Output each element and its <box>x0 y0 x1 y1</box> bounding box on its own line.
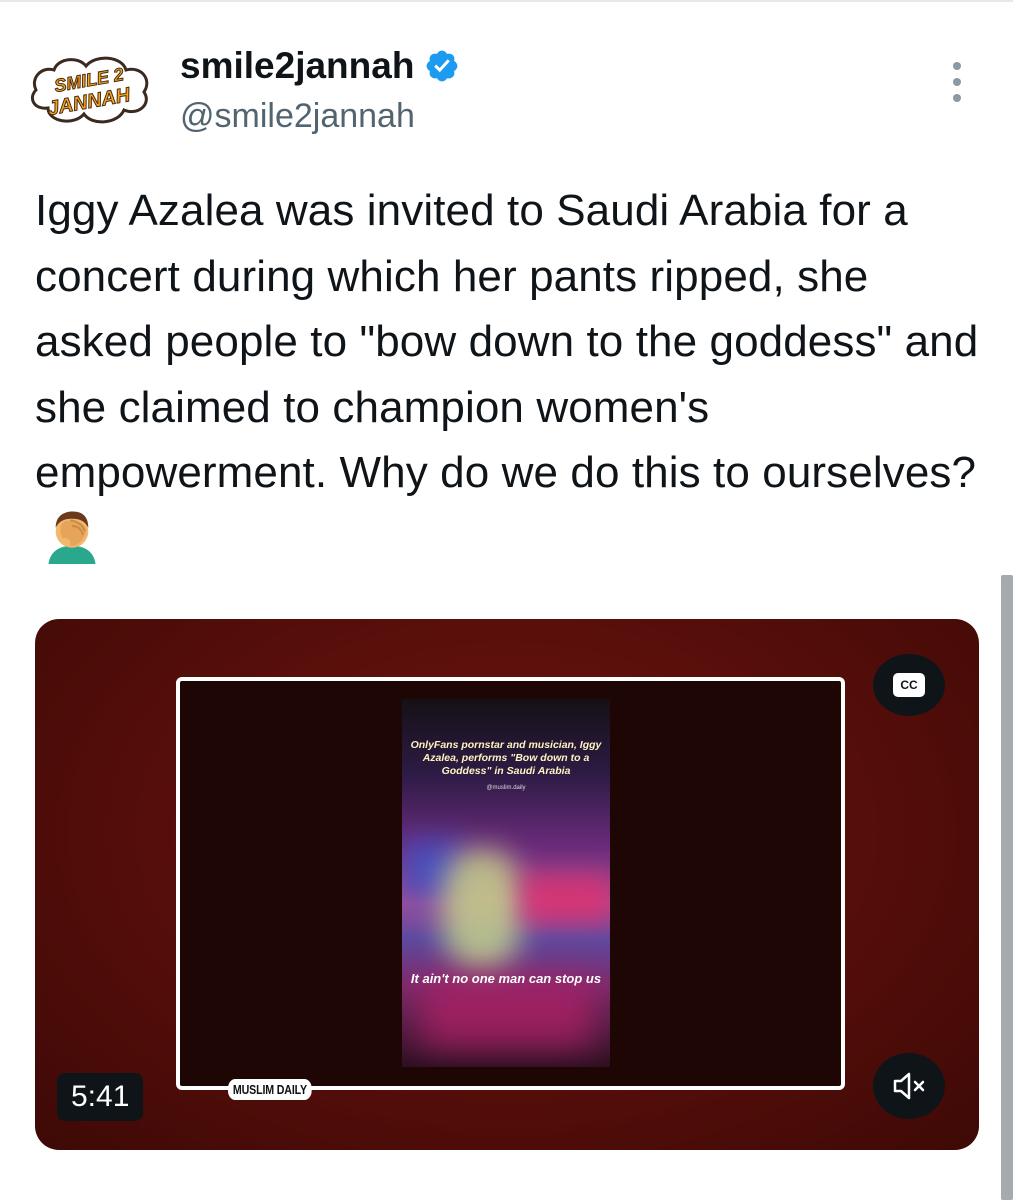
verified-badge-icon <box>427 50 458 82</box>
tweet-text: Iggy Azalea was invited to Saudi Arabia … <box>35 178 985 572</box>
clip-blur <box>522 874 610 924</box>
video-player[interactable]: OnlyFans pornstar and musician, Iggy Aza… <box>35 619 979 1150</box>
author-handle[interactable]: @smile2jannah <box>180 96 415 136</box>
closed-captions-button[interactable]: CC <box>873 654 945 716</box>
clip-blur <box>422 979 592 1049</box>
tweet-body: Iggy Azalea was invited to Saudi Arabia … <box>35 186 979 497</box>
more-dot <box>953 62 961 70</box>
brand-badge: MUSLIM DAILY <box>228 1079 312 1100</box>
clip-lyric: It ain't no one man can stop us <box>410 971 602 986</box>
video-clip: OnlyFans pornstar and musician, Iggy Aza… <box>402 699 610 1067</box>
avatar-logo-icon: SMILE 2 JANNAH <box>31 56 149 124</box>
scrollbar[interactable] <box>1001 575 1013 1200</box>
author-name[interactable]: smile2jannah <box>180 44 460 88</box>
avatar[interactable]: SMILE 2 JANNAH <box>26 50 154 128</box>
facepalm-emoji <box>48 510 96 564</box>
more-dot <box>953 78 961 86</box>
top-divider <box>0 0 1013 2</box>
unmute-button[interactable] <box>873 1053 945 1119</box>
clip-caption: OnlyFans pornstar and musician, Iggy Aza… <box>410 739 602 777</box>
video-duration: 5:41 <box>57 1073 144 1121</box>
more-options-icon[interactable] <box>944 62 970 102</box>
volume-muted-icon <box>893 1072 925 1100</box>
more-dot <box>953 94 961 102</box>
clip-watermark: @muslim.daily <box>486 785 526 791</box>
clip-blur <box>442 849 522 969</box>
author-display-name[interactable]: smile2jannah <box>180 44 414 88</box>
closed-captions-icon: CC <box>893 673 925 697</box>
